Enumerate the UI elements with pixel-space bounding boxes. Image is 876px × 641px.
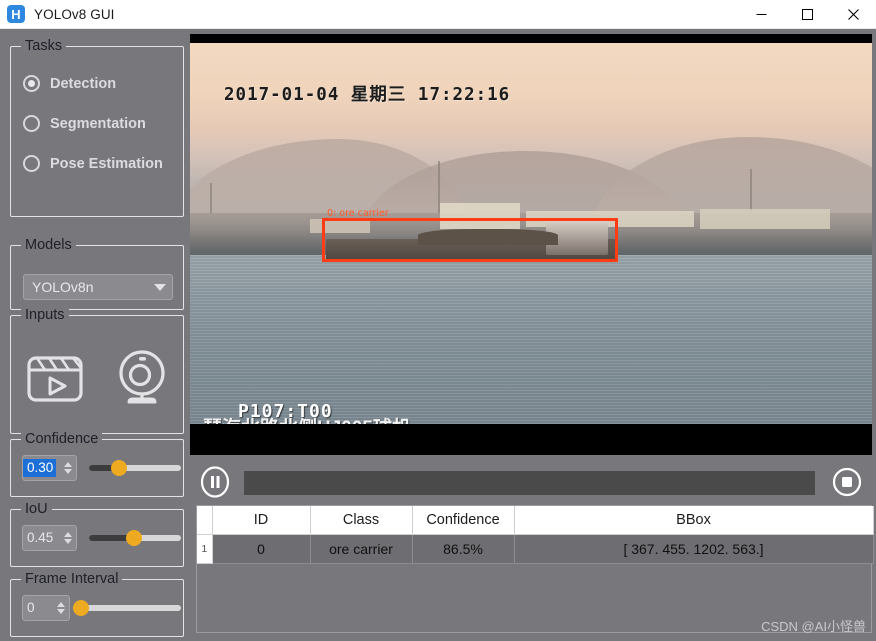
close-button[interactable] [830,0,876,29]
confidence-spin-arrows[interactable] [64,462,72,474]
detection-bbox-label: 0: ore carrier [327,208,389,219]
spin-up-icon[interactable] [64,462,72,467]
chevron-down-icon [154,283,166,291]
frame-interval-spin-arrows[interactable] [57,602,65,614]
iou-slider[interactable] [89,525,181,551]
table-corner-cell [197,506,213,535]
task-option-pose-estimation[interactable]: Pose Estimation [23,155,163,172]
confidence-spinbox[interactable]: 0.30 [22,455,77,481]
video-overlay-datetime: 2017-01-04 星期三 17:22:16 [224,85,511,105]
webcam-button[interactable] [106,338,178,414]
iou-spinbox[interactable]: 0.45 [22,525,77,551]
cell-bbox[interactable]: [ 367. 455. 1202. 563.] [514,534,874,564]
app-window: H YOLOv8 GUI Tasks Detection Segmentatio… [0,0,876,641]
sidebar: Tasks Detection Segmentation Pose Estima… [0,29,190,641]
inputs-buttons [11,338,185,414]
radio-detection-icon[interactable] [23,75,40,92]
window-controls [738,0,876,29]
cell-confidence[interactable]: 86.5% [412,534,515,564]
stop-button[interactable] [831,466,863,498]
webcam-icon [118,350,165,404]
tasks-group: Tasks Detection Segmentation Pose Estima… [10,38,184,217]
main-area: 0: ore carrier 2017-01-04 星期三 17:22:16 P… [190,29,876,641]
radio-segmentation-icon[interactable] [23,115,40,132]
pause-button[interactable] [199,466,231,498]
confidence-value[interactable]: 0.30 [23,459,57,477]
results-table[interactable]: ID Class Confidence BBox 1 0 ore carrier… [196,505,874,633]
iou-legend: IoU [21,501,52,517]
task-label-pose-estimation: Pose Estimation [50,155,163,172]
maximize-button[interactable] [784,0,830,29]
iou-group: IoU 0.45 [10,501,184,567]
cell-class[interactable]: ore carrier [310,534,413,564]
inputs-legend: Inputs [21,307,69,323]
frame-interval-slider[interactable] [73,595,181,621]
iou-slider-handle[interactable] [126,530,142,546]
frame-interval-slider-track[interactable] [73,605,181,611]
stop-icon [832,467,862,497]
playback-progress-bar[interactable] [244,471,815,495]
results-table-head: ID Class Confidence BBox [197,506,874,535]
inputs-group: Inputs [10,307,185,434]
video-file-icon [26,356,83,402]
results-table-body: 1 0 ore carrier 86.5% [ 367. 455. 1202. … [197,534,874,564]
cell-id[interactable]: 0 [212,534,311,564]
model-select[interactable]: YOLOv8n [23,274,173,300]
column-header-bbox[interactable]: BBox [514,506,874,535]
task-label-segmentation: Segmentation [50,115,146,132]
playback-controls [190,462,872,502]
minimize-button[interactable] [738,0,784,29]
video-overlay-camera-name: 琴海北路北侧HJ005球机 [203,413,411,424]
pause-icon [200,466,230,498]
column-header-class[interactable]: Class [310,506,413,535]
models-group: Models YOLOv8n [10,237,184,310]
task-option-detection[interactable]: Detection [23,75,116,92]
task-option-segmentation[interactable]: Segmentation [23,115,146,132]
confidence-group: Confidence 0.30 [10,431,184,497]
models-legend: Models [21,237,76,253]
frame-interval-group: Frame Interval 0 [10,571,184,637]
column-header-confidence[interactable]: Confidence [412,506,515,535]
video-frame: 0: ore carrier 2017-01-04 星期三 17:22:16 P… [190,43,872,424]
app-logo-icon: H [7,5,25,23]
results-table-header-row: ID Class Confidence BBox [197,506,874,535]
title-bar: H YOLOv8 GUI [0,0,876,29]
frame-interval-slider-handle[interactable] [73,600,89,616]
spin-down-icon[interactable] [64,539,72,544]
tasks-legend: Tasks [21,38,67,54]
watermark: CSDN @AI小怪兽 [761,619,866,634]
detection-bbox: 0: ore carrier [322,208,618,262]
frame-interval-spinbox[interactable]: 0 [22,595,70,621]
confidence-slider-handle[interactable] [111,460,127,476]
frame-interval-value[interactable]: 0 [23,599,38,617]
table-row[interactable]: 1 0 ore carrier 86.5% [ 367. 455. 1202. … [197,534,874,564]
spin-down-icon[interactable] [64,469,72,474]
water-surface [190,255,872,424]
video-file-button[interactable] [19,338,91,414]
radio-pose-estimation-icon[interactable] [23,155,40,172]
building-shape [700,209,830,229]
frame-interval-legend: Frame Interval [21,571,123,587]
confidence-legend: Confidence [21,431,103,447]
iou-spin-arrows[interactable] [64,532,72,544]
results-table-element: ID Class Confidence BBox 1 0 ore carrier… [197,506,874,564]
column-header-id[interactable]: ID [212,506,311,535]
confidence-slider[interactable] [89,455,181,481]
iou-value[interactable]: 0.45 [23,529,56,547]
spin-down-icon[interactable] [57,609,65,614]
row-header-index: 1 [197,534,213,564]
model-select-value: YOLOv8n [32,279,94,295]
app-title: YOLOv8 GUI [34,6,115,22]
spin-up-icon[interactable] [57,602,65,607]
spin-up-icon[interactable] [64,532,72,537]
video-display[interactable]: 0: ore carrier 2017-01-04 星期三 17:22:16 P… [190,34,872,455]
task-label-detection: Detection [50,75,117,92]
